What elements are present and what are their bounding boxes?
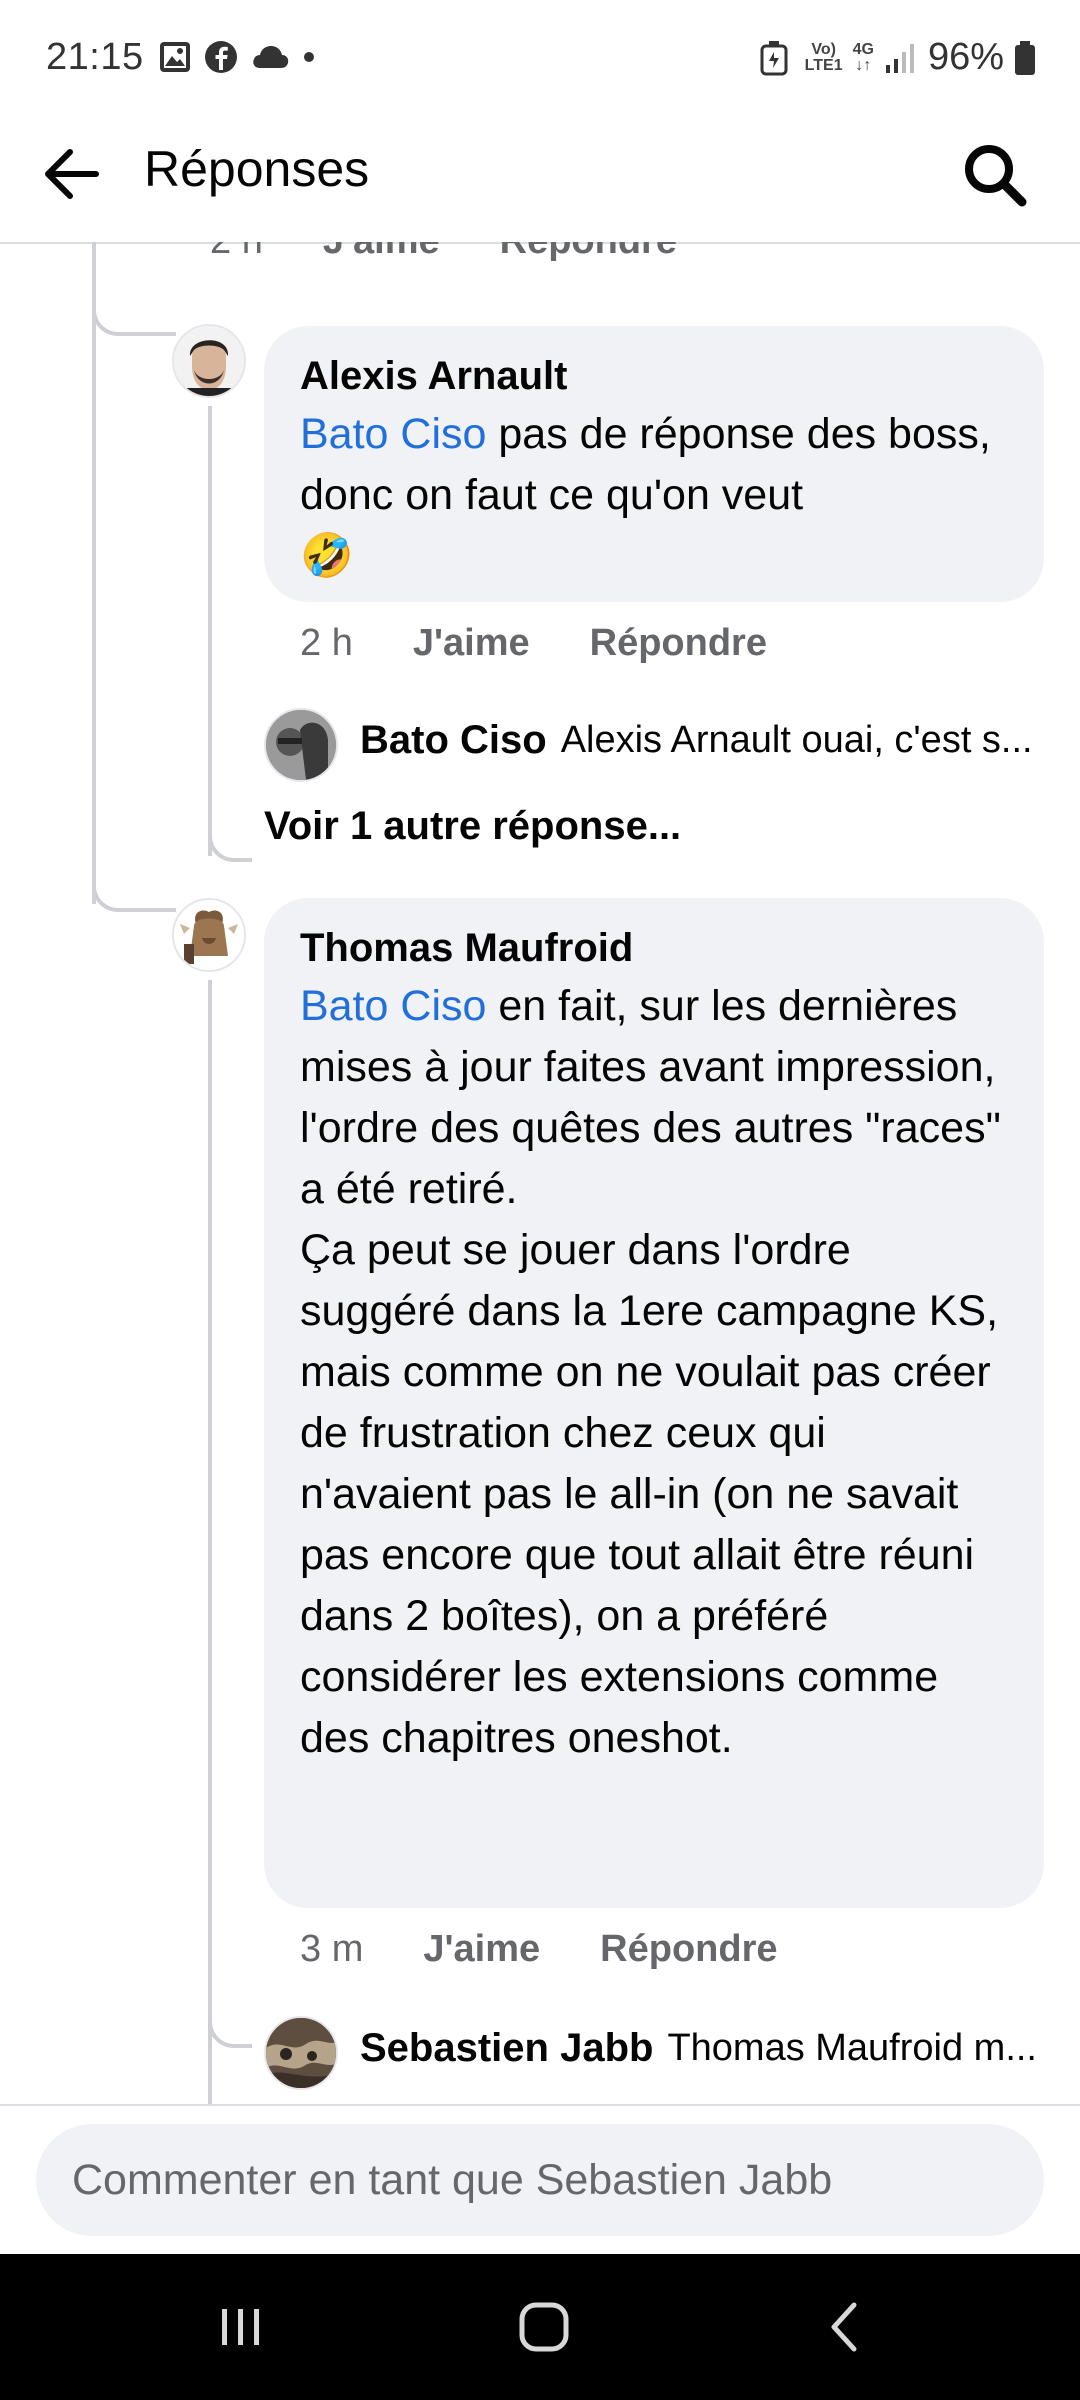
reply-preview[interactable]: Sebastien Jabb Thomas Maufroid m... (360, 2026, 1040, 2071)
system-nav-bar (0, 2254, 1080, 2400)
thread-connector (92, 882, 176, 912)
search-button[interactable] (956, 136, 1032, 212)
reply-button[interactable]: Répondre (500, 242, 677, 263)
comment-author[interactable]: Thomas Maufroid (300, 920, 1008, 976)
thread-connector (208, 832, 252, 862)
comment-text: Bato Ciso pas de réponse des boss, donc … (300, 404, 1008, 587)
comment-input[interactable] (36, 2124, 1044, 2236)
reply-author[interactable]: Bato Ciso (360, 718, 547, 763)
recent-apps-button[interactable] (180, 2282, 300, 2372)
status-bar: 21:15 Vo) LTE1 4G ↓↑ 96% (0, 0, 1080, 120)
chevron-left-icon (831, 2302, 857, 2352)
thread-line (208, 980, 212, 2104)
comment-composer (0, 2104, 1080, 2256)
network-indicator: 4G ↓↑ (852, 40, 874, 74)
reply-button[interactable]: Répondre (590, 622, 767, 665)
reply-preview[interactable]: Bato Ciso Alexis Arnault ouai, c'est s..… (360, 718, 1040, 763)
data-arrows-icon: ↓↑ (855, 56, 872, 74)
avatar-image (174, 326, 244, 396)
recent-apps-icon (222, 2309, 259, 2345)
thread-connector (208, 2018, 252, 2048)
avatar[interactable] (172, 898, 246, 972)
search-icon (965, 145, 1027, 207)
signal-icon (885, 43, 914, 73)
app-header: Réponses (0, 120, 1080, 244)
comment-actions: 2 h J'aime Répondre (300, 622, 767, 665)
view-more-replies-link[interactable]: Voir 1 autre réponse... (264, 804, 681, 849)
facebook-icon (205, 41, 237, 73)
comment-author[interactable]: Alexis Arnault (300, 348, 1008, 404)
avatar[interactable] (264, 2016, 338, 2090)
laughing-emoji-icon: 🤣 (300, 532, 354, 580)
mention-link[interactable]: Bato Ciso (300, 410, 486, 458)
comment-text: Bato Ciso en fait, sur les dernières mis… (300, 976, 1008, 1769)
page-title: Réponses (144, 141, 370, 197)
thread-line (208, 406, 212, 856)
battery-percent: 96% (927, 36, 1004, 78)
battery-saver-icon (760, 40, 788, 75)
avatar-image (266, 710, 336, 780)
battery-icon (1015, 40, 1035, 75)
back-button[interactable] (36, 136, 112, 212)
mention-link[interactable]: Bato Ciso (300, 982, 486, 1030)
thread-connector (92, 306, 176, 336)
reply-snippet: Thomas Maufroid m... (667, 2027, 1037, 2069)
comment-time: 3 m (300, 1928, 364, 1970)
comment-actions: 2 h J'aime Répondre (210, 242, 677, 263)
like-button[interactable]: J'aime (413, 622, 530, 665)
reply-author[interactable]: Sebastien Jabb (360, 2026, 653, 2071)
cloud-icon (253, 46, 289, 68)
avatar-image (174, 900, 244, 970)
avatar[interactable] (264, 708, 338, 782)
comment-time: 2 h (300, 622, 353, 664)
comment-bubble[interactable]: Alexis Arnault Bato Ciso pas de réponse … (264, 326, 1044, 602)
avatar-image (266, 2018, 336, 2088)
status-time: 21:15 (46, 36, 144, 78)
back-nav-button[interactable] (786, 2282, 906, 2372)
thread-line (92, 330, 96, 904)
system-icons: Vo) LTE1 4G ↓↑ 96% (759, 36, 1036, 79)
home-button[interactable] (484, 2282, 604, 2372)
comment-bubble[interactable]: Thomas Maufroid Bato Ciso en fait, sur l… (264, 898, 1044, 1908)
like-button[interactable]: J'aime (423, 1928, 540, 1971)
avatar[interactable] (172, 324, 246, 398)
comment-actions: 3 m J'aime Répondre (300, 1928, 778, 1971)
like-button[interactable]: J'aime (323, 242, 440, 263)
comment-time: 2 h (210, 242, 263, 263)
notification-icons (158, 40, 316, 74)
reply-button[interactable]: Répondre (600, 1928, 777, 1971)
arrow-left-icon (45, 149, 99, 199)
home-icon (519, 2302, 569, 2352)
comment-body: en fait, sur les dernières mises à jour … (300, 982, 1001, 1762)
reply-snippet: Alexis Arnault ouai, c'est s... (560, 719, 1033, 761)
volte-indicator: Vo) LTE1 (804, 40, 843, 74)
replies-thread[interactable]: 2 h J'aime Répondre Alexis Arnault Bato … (0, 242, 1080, 2104)
dot-icon (304, 52, 314, 62)
gallery-icon (160, 42, 190, 72)
